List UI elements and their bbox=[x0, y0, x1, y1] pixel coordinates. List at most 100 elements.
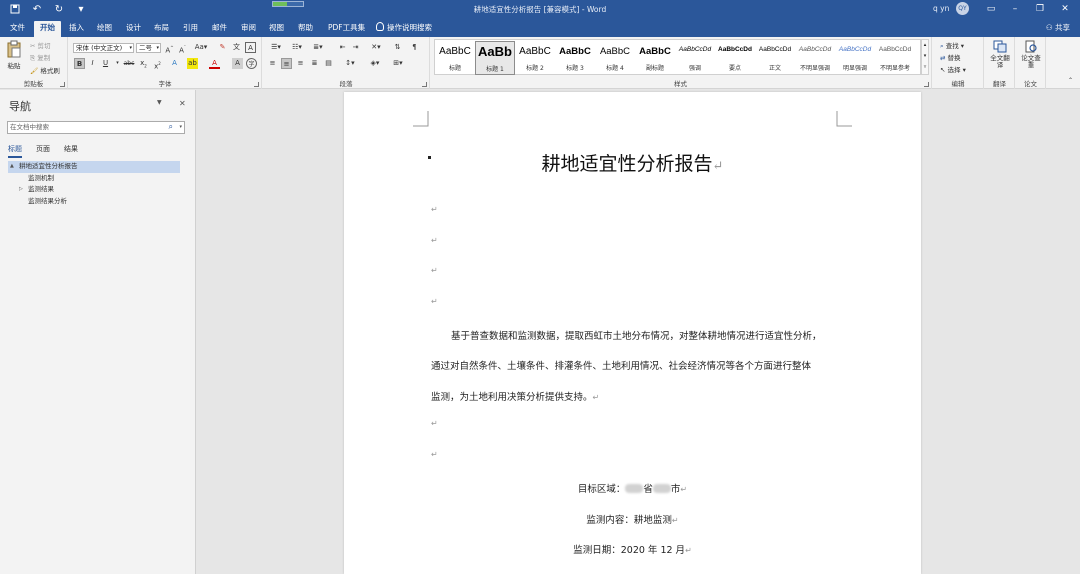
line-spacing-icon[interactable]: ↕▾ bbox=[341, 58, 359, 69]
tree-node[interactable]: ▷ 监测结果 bbox=[8, 184, 180, 196]
style-heading-4[interactable]: AaBbC 标题 4 bbox=[595, 41, 635, 75]
align-center-icon[interactable]: ≡ bbox=[281, 58, 292, 69]
clear-formatting-icon[interactable]: ✎ bbox=[217, 42, 228, 53]
text-effects-icon[interactable]: A bbox=[169, 58, 180, 69]
grow-font-icon[interactable]: A^ bbox=[164, 42, 175, 54]
tab-draw[interactable]: 绘图 bbox=[91, 21, 118, 37]
style-title[interactable]: AaBbC 标题 bbox=[435, 41, 475, 75]
document-page[interactable]: 耕地适宜性分析报告↵ ↵ ↵ ↵ ↵ 基于普查数据和监测数据，提取西虹市土地分布… bbox=[344, 92, 921, 574]
user-name[interactable]: q yn bbox=[933, 4, 949, 13]
tab-help[interactable]: 帮助 bbox=[292, 21, 319, 37]
show-marks-icon[interactable]: ¶ bbox=[409, 42, 420, 53]
increase-indent-icon[interactable]: ⇥ bbox=[350, 42, 361, 53]
nav-tab-headings[interactable]: 标题 bbox=[8, 144, 22, 158]
bullets-icon[interactable]: ☰▾ bbox=[267, 42, 285, 53]
find-button[interactable]: ⌕ 查找 ▾ bbox=[940, 40, 964, 51]
style-subtle-reference[interactable]: AaBbCcDd 不明显参考 bbox=[875, 41, 915, 75]
character-border-icon[interactable]: A bbox=[245, 42, 256, 53]
monitoring-content-line[interactable]: 监测内容：耕地监测↵ bbox=[344, 512, 921, 526]
tab-design[interactable]: 设计 bbox=[120, 21, 147, 37]
copy-button[interactable]: ⎘ 复制 bbox=[30, 52, 50, 63]
body-paragraph-line[interactable]: 通过对自然条件、土壤条件、排灌条件、土地利用情况、社会经济情况等各个方面进行整体 bbox=[431, 358, 841, 372]
styles-launcher[interactable] bbox=[924, 82, 929, 87]
plagiarism-check-button[interactable]: 论文查重 bbox=[1019, 40, 1043, 69]
font-size-combo[interactable]: 二号 ▾ bbox=[136, 43, 161, 53]
nav-options-icon[interactable]: ▼ bbox=[157, 99, 162, 106]
numbering-icon[interactable]: ☷▾ bbox=[288, 42, 306, 53]
align-left-icon[interactable]: ≡ bbox=[267, 58, 278, 69]
restore-icon[interactable]: ❐ bbox=[1033, 2, 1047, 16]
tab-view[interactable]: 视图 bbox=[263, 21, 290, 37]
highlight-color-icon[interactable]: ab bbox=[187, 58, 198, 69]
collapse-icon[interactable]: ▲ bbox=[10, 161, 14, 173]
tree-node[interactable]: 监测机制 bbox=[8, 173, 180, 185]
style-intense-emphasis[interactable]: AaBbCcDd 明显强调 bbox=[835, 41, 875, 75]
close-icon[interactable]: ✕ bbox=[1058, 2, 1072, 16]
distributed-icon[interactable]: ▤ bbox=[323, 58, 334, 69]
target-area-line[interactable]: 目标区域： 省 市↵ bbox=[344, 481, 921, 495]
strikethrough-icon[interactable]: abc bbox=[122, 58, 136, 69]
search-icon[interactable]: ⌕ bbox=[169, 121, 173, 132]
cut-button[interactable]: ✂ 剪切 bbox=[30, 40, 51, 50]
monitoring-date-line[interactable]: 监测日期：2020 年 12 月↵ bbox=[344, 542, 921, 556]
full-translate-button[interactable]: 全文翻译 bbox=[988, 40, 1012, 69]
phonetic-guide-icon[interactable]: 文 bbox=[231, 42, 242, 53]
tab-home[interactable]: 开始 bbox=[34, 21, 61, 37]
chinese-layout-icon[interactable]: ✕▾ bbox=[367, 42, 385, 53]
justify-icon[interactable]: ≣ bbox=[309, 58, 320, 69]
paste-button[interactable]: 粘贴 bbox=[5, 40, 23, 70]
underline-icon[interactable]: U bbox=[100, 58, 111, 69]
replace-button[interactable]: ⇄ 替换 bbox=[940, 52, 961, 62]
avatar[interactable]: QY bbox=[956, 2, 969, 15]
decrease-indent-icon[interactable]: ⇤ bbox=[337, 42, 348, 53]
clipboard-launcher[interactable] bbox=[60, 82, 65, 87]
tree-node[interactable]: ▲ 耕地适宜性分析报告 bbox=[8, 161, 180, 173]
paragraph-launcher[interactable] bbox=[422, 82, 427, 87]
change-case-icon[interactable]: Aa▾ bbox=[193, 42, 209, 53]
nav-search-input[interactable]: 在文档中搜索 ⌕ ▾ bbox=[7, 121, 185, 134]
tab-file[interactable]: 文件 bbox=[4, 21, 31, 37]
collapse-ribbon-icon[interactable]: ⌃ bbox=[1068, 77, 1073, 84]
style-heading-1[interactable]: AaBb 标题 1 bbox=[475, 41, 515, 75]
align-right-icon[interactable]: ≡ bbox=[295, 58, 306, 69]
chevron-down-icon[interactable]: ▾ bbox=[179, 122, 182, 133]
bold-icon[interactable]: B bbox=[74, 58, 85, 69]
body-paragraph-line[interactable]: 监测，为土地利用决策分析提供支持。↵ bbox=[431, 389, 841, 403]
select-button[interactable]: ↖ 选择 ▾ bbox=[940, 64, 966, 74]
font-name-combo[interactable]: 宋体 (中文正文) ▾ bbox=[73, 43, 134, 53]
shading-icon[interactable]: ◈▾ bbox=[366, 58, 384, 69]
styles-scroll[interactable]: ▴ ▾ ▿ bbox=[921, 39, 929, 75]
tell-me-search[interactable]: 操作说明搜索 bbox=[370, 21, 438, 37]
borders-icon[interactable]: ⊞▾ bbox=[389, 58, 407, 69]
document-title[interactable]: 耕地适宜性分析报告↵ bbox=[344, 149, 921, 176]
font-launcher[interactable] bbox=[254, 82, 259, 87]
character-shading-icon[interactable]: A bbox=[232, 58, 243, 69]
nav-tab-pages[interactable]: 页面 bbox=[36, 144, 50, 154]
share-button[interactable]: ⚇ 共享 bbox=[1046, 22, 1070, 33]
style-subtle-emphasis[interactable]: AaBbCcDd 不明显强调 bbox=[795, 41, 835, 75]
style-strong[interactable]: AaBbCcDd 要点 bbox=[715, 41, 755, 75]
close-icon[interactable]: ✕ bbox=[179, 99, 186, 108]
minimize-icon[interactable]: – bbox=[1008, 2, 1022, 16]
body-paragraph-line[interactable]: 基于普查数据和监测数据，提取西虹市土地分布情况，对整体耕地情况进行适宜性分析， bbox=[431, 328, 841, 342]
style-subtitle[interactable]: AaBbC 副标题 bbox=[635, 41, 675, 75]
tab-mailings[interactable]: 邮件 bbox=[206, 21, 233, 37]
nav-tab-results[interactable]: 结果 bbox=[64, 144, 78, 154]
multilevel-list-icon[interactable]: ≣▾ bbox=[309, 42, 327, 53]
italic-icon[interactable]: I bbox=[87, 58, 98, 69]
style-normal[interactable]: AaBbCcDd 正文 bbox=[755, 41, 795, 75]
font-color-icon[interactable]: A bbox=[209, 58, 220, 69]
tab-review[interactable]: 审阅 bbox=[235, 21, 262, 37]
superscript-icon[interactable]: x2 bbox=[152, 58, 163, 70]
style-heading-2[interactable]: AaBbC 标题 2 bbox=[515, 41, 555, 75]
tab-layout[interactable]: 布局 bbox=[148, 21, 175, 37]
sort-icon[interactable]: ⇅ bbox=[392, 42, 403, 53]
tab-insert[interactable]: 插入 bbox=[63, 21, 90, 37]
tree-node[interactable]: 监测结果分析 bbox=[8, 196, 180, 208]
style-heading-3[interactable]: AaBbC 标题 3 bbox=[555, 41, 595, 75]
format-painter-button[interactable]: 🖌 格式刷 bbox=[30, 65, 60, 75]
tab-pdf-tools[interactable]: PDF工具集 bbox=[322, 21, 371, 37]
tab-references[interactable]: 引用 bbox=[177, 21, 204, 37]
enclose-characters-icon[interactable]: 字 bbox=[246, 58, 257, 69]
subscript-icon[interactable]: x2 bbox=[138, 58, 149, 69]
